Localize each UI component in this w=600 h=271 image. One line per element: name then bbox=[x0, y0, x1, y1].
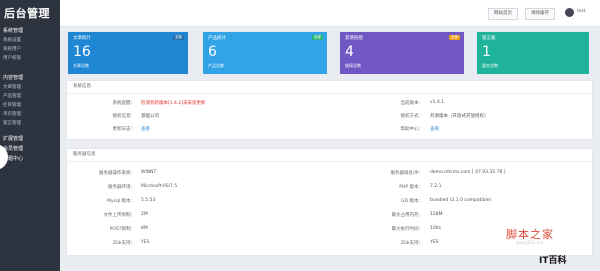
nav-group-content[interactable]: 内容管理 bbox=[0, 73, 60, 83]
row-value: 基础公司 bbox=[141, 114, 159, 119]
topbar: 网站首页 清除缓存 test bbox=[60, 0, 600, 27]
row-value: 5.5.53 bbox=[141, 198, 156, 203]
nav-item-permissions[interactable]: 用户权限 bbox=[0, 54, 60, 63]
row-key: 文件上传限制： bbox=[103, 213, 136, 218]
stat-card-products[interactable]: 产品统计 全部 6 产品总数 bbox=[203, 32, 327, 74]
site-home-button[interactable]: 网站首页 bbox=[488, 8, 518, 20]
nav-group-extend[interactable]: 扩展管理 bbox=[0, 134, 60, 144]
row-value: 128M bbox=[430, 212, 443, 217]
nav-item-users[interactable]: 系统用户 bbox=[0, 45, 60, 54]
row-value: YES bbox=[141, 240, 150, 245]
system-info-panel: 系统信息 系统提醒： 检测到新版本[1.4.2]未安装更新 当前版本： v1.4… bbox=[66, 80, 593, 140]
card-title: 友情链接 bbox=[345, 36, 363, 41]
changelog-link[interactable]: 查看 bbox=[141, 126, 150, 132]
sidebar: 后台管理 系统管理 系统设置 系统用户 用户权限 内容管理 文章管理 产品管理 … bbox=[0, 0, 60, 271]
nav-item-products[interactable]: 产品管理 bbox=[0, 92, 60, 101]
watermark-url: www.jb51.net bbox=[516, 240, 544, 245]
row-key: 服务器域名/IP： bbox=[390, 171, 423, 176]
brand-logo: 后台管理 bbox=[4, 7, 50, 20]
row-key: 最大执行时间： bbox=[391, 227, 424, 232]
row-value: Microsoft-IIS/7.5 bbox=[141, 184, 178, 189]
row-key: Zlib支持： bbox=[113, 241, 135, 246]
card-value: 6 bbox=[208, 44, 217, 60]
nav-item-settings[interactable]: 系统设置 bbox=[0, 36, 60, 45]
stat-card-messages[interactable]: 留言板 1 留言总数 bbox=[477, 32, 589, 74]
stat-card-articles[interactable]: 文章统计 全部 16 文章总数 bbox=[68, 32, 188, 74]
row-value: 开源版本（开放式开放授权） bbox=[430, 114, 489, 119]
card-value: 1 bbox=[482, 44, 491, 60]
row-key: 系统提醒： bbox=[112, 101, 136, 106]
row-key: 授权信息： bbox=[112, 114, 136, 119]
nav-item-columns[interactable]: 栏目管理 bbox=[0, 101, 60, 110]
row-value: 2M bbox=[141, 212, 148, 217]
card-badge: 全部 bbox=[449, 35, 460, 40]
nav-item-messages[interactable]: 留言管理 bbox=[0, 119, 60, 128]
avatar[interactable] bbox=[565, 8, 574, 17]
nav-group-members[interactable]: 会员管理 bbox=[0, 144, 60, 154]
nav-group-system[interactable]: 系统管理 bbox=[0, 26, 60, 36]
row-key: 当前版本： bbox=[400, 101, 424, 106]
panel-title: 服务器信息 bbox=[67, 149, 592, 162]
row-value: WINNT bbox=[141, 170, 157, 175]
card-badge: 全部 bbox=[312, 35, 323, 40]
row-key: 帮助中心： bbox=[400, 127, 424, 132]
row-key: Zlib支持： bbox=[401, 241, 423, 246]
row-key: 授权方式： bbox=[400, 114, 424, 119]
card-subtitle: 文章总数 bbox=[73, 63, 89, 68]
nav-item-articles[interactable]: 文章管理 bbox=[0, 83, 60, 92]
card-title: 文章统计 bbox=[73, 36, 91, 41]
row-key: 最大占用内存： bbox=[391, 213, 424, 218]
row-value: YES bbox=[430, 240, 439, 245]
row-value: 7.2.1 bbox=[430, 184, 442, 189]
nav-item-pages[interactable]: 单页管理 bbox=[0, 110, 60, 119]
row-value: bundled (2.1.0 compatible) bbox=[430, 198, 492, 203]
row-value: 100s bbox=[430, 226, 441, 231]
row-key: 服务器操作系统： bbox=[99, 171, 135, 176]
card-title: 留言板 bbox=[482, 36, 496, 41]
username[interactable]: test bbox=[577, 9, 586, 14]
row-value: demo.mtcms.com [ 47.93.32.78 ] bbox=[430, 170, 506, 175]
card-subtitle: 留言总数 bbox=[482, 63, 498, 68]
row-value: v1.4.1 bbox=[430, 100, 445, 105]
card-value: 4 bbox=[345, 44, 354, 60]
watermark-brand: IT百科 bbox=[539, 256, 567, 266]
row-key: 更新日志： bbox=[112, 127, 136, 132]
row-key: POST限制： bbox=[109, 227, 135, 232]
row-value: 8M bbox=[141, 226, 148, 231]
help-center-link[interactable]: 查看 bbox=[430, 126, 439, 132]
row-key: 服务器环境： bbox=[108, 185, 135, 190]
row-key: GD 版本： bbox=[401, 199, 423, 204]
card-value: 16 bbox=[73, 44, 91, 60]
update-notice[interactable]: 检测到新版本[1.4.2]未安装更新 bbox=[141, 100, 205, 106]
card-subtitle: 产品总数 bbox=[208, 63, 224, 68]
card-badge: 全部 bbox=[173, 35, 184, 40]
row-key: Mysql 版本： bbox=[107, 199, 135, 204]
card-subtitle: 链接总数 bbox=[345, 63, 361, 68]
nav-group-theme[interactable]: 主题中心 bbox=[0, 154, 60, 164]
card-title: 产品统计 bbox=[208, 36, 226, 41]
row-key: PHP 版本： bbox=[399, 185, 423, 190]
stat-card-links[interactable]: 友情链接 全部 4 链接总数 bbox=[340, 32, 464, 74]
panel-title: 系统信息 bbox=[67, 81, 592, 94]
clear-cache-button[interactable]: 清除缓存 bbox=[525, 8, 555, 20]
